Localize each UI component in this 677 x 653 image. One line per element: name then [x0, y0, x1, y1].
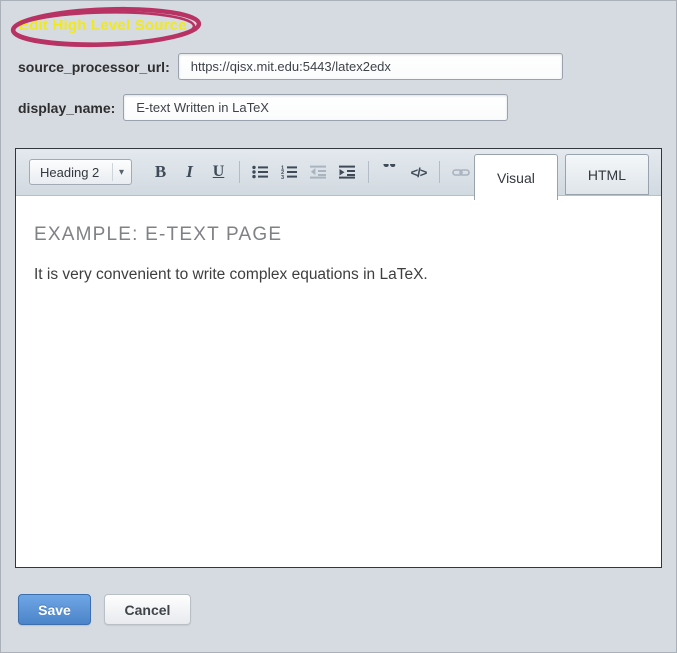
source-processor-url-label: source_processor_url:	[18, 59, 170, 75]
outdent-button	[304, 159, 333, 185]
underline-icon: U	[213, 163, 225, 181]
blockquote-icon: “	[382, 164, 397, 180]
outdent-icon	[310, 165, 327, 179]
italic-button[interactable]: I	[175, 159, 204, 185]
link-icon	[452, 164, 470, 180]
italic-icon: I	[186, 162, 193, 182]
numbered-list-button[interactable]: 1 2 3	[275, 159, 304, 185]
bullet-list-icon	[252, 165, 269, 179]
content-paragraph: It is very convenient to write complex e…	[34, 266, 643, 284]
chevron-down-icon: ▾	[112, 163, 131, 181]
content-heading: EXAMPLE: E-TEXT PAGE	[34, 224, 643, 246]
editor-toolbar: Heading 2 ▾ B I U 1	[16, 149, 661, 196]
editor-mode-tabs: Visual HTML	[474, 154, 649, 200]
source-processor-url-input[interactable]	[178, 53, 563, 80]
page-title-wrap: Edit High Level Source	[19, 14, 239, 36]
tab-html[interactable]: HTML	[565, 154, 649, 195]
indent-icon	[339, 165, 356, 179]
display-name-label: display_name:	[18, 100, 115, 116]
toolbar-separator	[368, 161, 369, 183]
tab-visual[interactable]: Visual	[474, 154, 558, 200]
underline-button[interactable]: U	[204, 159, 233, 185]
display-name-row: display_name:	[18, 94, 676, 121]
numbered-list-icon: 1 2 3	[281, 165, 298, 179]
save-button[interactable]: Save	[18, 594, 91, 625]
indent-button[interactable]	[333, 159, 362, 185]
dialog-actions: Save Cancel	[18, 594, 676, 625]
code-button[interactable]: </>	[404, 159, 433, 185]
cancel-button[interactable]: Cancel	[104, 594, 191, 625]
edit-source-dialog: { "page": { "title": "Edit High Level So…	[0, 0, 677, 653]
toolbar-separator	[239, 161, 240, 183]
format-select-value: Heading 2	[40, 165, 99, 180]
display-name-input[interactable]	[123, 94, 508, 121]
page-title: Edit High Level Source	[19, 14, 239, 34]
bold-icon: B	[155, 162, 166, 182]
rich-text-editor: Heading 2 ▾ B I U 1	[15, 148, 662, 568]
code-icon: </>	[411, 165, 427, 180]
editor-content-area[interactable]: EXAMPLE: E-TEXT PAGE It is very convenie…	[16, 196, 661, 567]
source-processor-url-row: source_processor_url:	[18, 53, 676, 80]
link-button	[446, 159, 475, 185]
svg-text:3: 3	[281, 175, 284, 179]
blockquote-button[interactable]: “	[375, 159, 404, 185]
toolbar-separator	[439, 161, 440, 183]
format-select[interactable]: Heading 2 ▾	[29, 159, 132, 185]
bullet-list-button[interactable]	[246, 159, 275, 185]
bold-button[interactable]: B	[146, 159, 175, 185]
